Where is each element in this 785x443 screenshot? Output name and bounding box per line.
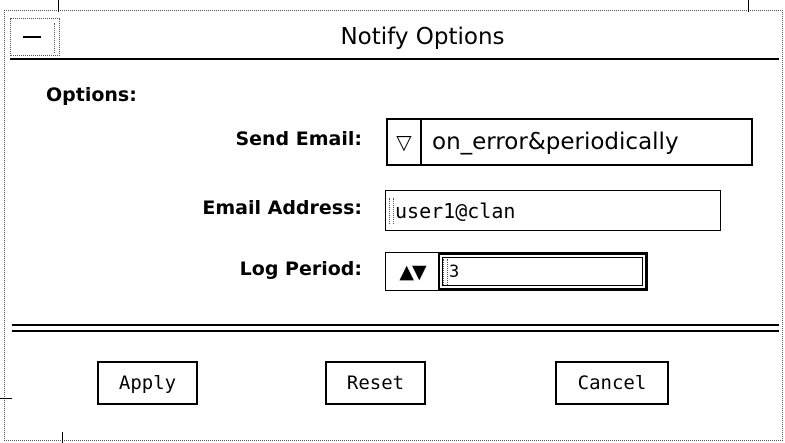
frame-resize-corner-bl[interactable]: [0, 398, 12, 399]
options-section-label: Options:: [46, 84, 137, 106]
send-email-label: Send Email:: [235, 128, 362, 150]
frame-resize-corner-tl[interactable]: [58, 0, 59, 12]
send-email-value: on_error&periodically: [432, 129, 679, 155]
reset-button[interactable]: Reset: [325, 361, 426, 405]
apply-button[interactable]: Apply: [97, 361, 198, 405]
text-caret: [389, 197, 394, 224]
text-caret: [443, 258, 448, 285]
log-period-label: Log Period:: [239, 258, 362, 280]
email-address-value: user1@clan: [395, 198, 516, 223]
log-period-field[interactable]: 3: [438, 253, 647, 290]
button-area-divider: [12, 324, 779, 326]
frame-resize-corner-tr[interactable]: [748, 0, 749, 12]
stepper-arrows-icon[interactable]: ▲▼: [386, 253, 438, 290]
send-email-choice[interactable]: ▽ on_error&periodically: [386, 118, 753, 166]
window-menu-icon: [23, 36, 41, 38]
window-title: Notify Options: [340, 24, 505, 50]
cancel-button[interactable]: Cancel: [555, 361, 669, 405]
log-period-stepper[interactable]: ▲▼ 3: [385, 252, 648, 291]
window-menu-button[interactable]: [10, 18, 60, 56]
button-area-divider-2: [12, 330, 779, 332]
email-address-label: Email Address:: [202, 197, 362, 219]
log-period-value: 3: [449, 261, 460, 282]
email-address-field[interactable]: user1@clan: [385, 190, 721, 231]
dropdown-arrow-icon[interactable]: ▽: [388, 120, 422, 164]
title-divider: [10, 58, 779, 60]
frame-resize-corner-br[interactable]: [62, 432, 63, 443]
